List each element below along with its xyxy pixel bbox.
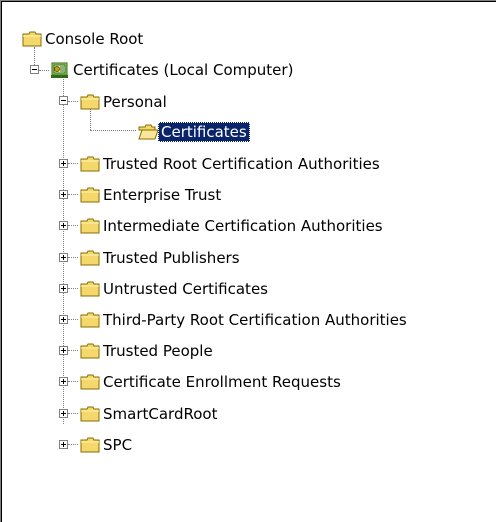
tree-node-label: Certificate Enrollment Requests	[103, 372, 341, 391]
folder-icon	[80, 94, 100, 109]
folder-icon	[80, 406, 100, 421]
folder-icon	[22, 31, 42, 46]
tree-hline-store	[68, 225, 78, 226]
console-tree-pane[interactable]: Console Root Certificates (Local Compute…	[0, 0, 496, 522]
certificates-snapin-icon	[51, 62, 68, 78]
tree-node-label: SPC	[103, 435, 133, 454]
collapse-toggle-personal[interactable]	[59, 96, 68, 105]
tree-node-untrusted-certificates[interactable]: Untrusted Certificates	[80, 276, 271, 301]
folder-icon	[80, 374, 100, 389]
tree-node-enterprise-trust[interactable]: Enterprise Trust	[80, 182, 224, 207]
expand-toggle-spc[interactable]	[59, 440, 68, 449]
tree-node-intermediate-certification-authorities[interactable]: Intermediate Certification Authorities	[80, 213, 386, 238]
tree-hline-store	[68, 288, 78, 289]
expand-toggle-third-party-root-certification-authorities[interactable]	[59, 315, 68, 324]
folder-icon	[80, 218, 100, 233]
tree-hline-store	[68, 194, 78, 195]
folder-icon	[80, 343, 100, 358]
tree-hline-store	[68, 163, 78, 164]
tree-hline-store	[68, 413, 78, 414]
collapse-toggle-snapin[interactable]	[30, 65, 39, 74]
tree-node-trusted-publishers[interactable]: Trusted Publishers	[80, 245, 243, 270]
tree-line-snapin	[63, 76, 64, 424]
tree-node-label: Console Root	[45, 29, 144, 48]
tree-node-label: SmartCardRoot	[103, 404, 218, 423]
tree-node-label: Certificates (Local Computer)	[73, 60, 294, 79]
folder-icon	[80, 312, 100, 327]
tree-node-label: Trusted Publishers	[103, 248, 240, 267]
tree-hline-store	[68, 350, 78, 351]
tree-node-trusted-root-certification-authorities[interactable]: Trusted Root Certification Authorities	[80, 151, 383, 176]
tree-node-certificate-enrollment-requests[interactable]: Certificate Enrollment Requests	[80, 369, 344, 394]
expand-toggle-smartcardroot[interactable]	[59, 409, 68, 418]
tree-hline-personal	[68, 101, 78, 102]
tree-node-trusted-people[interactable]: Trusted People	[80, 338, 216, 363]
expand-toggle-trusted-publishers[interactable]	[59, 253, 68, 262]
tree-node-smartcardroot[interactable]: SmartCardRoot	[80, 401, 220, 426]
expand-toggle-trusted-people[interactable]	[59, 346, 68, 355]
pane-top-border-inner	[0, 1, 496, 2]
folder-icon	[80, 187, 100, 202]
expand-toggle-enterprise-trust[interactable]	[59, 190, 68, 199]
expand-toggle-certificate-enrollment-requests[interactable]	[59, 377, 68, 386]
expand-toggle-untrusted-certificates[interactable]	[59, 284, 68, 293]
expand-toggle-trusted-root-certification-authorities[interactable]	[59, 159, 68, 168]
tree-hline-personal-certs	[90, 130, 136, 131]
tree-node-certificates-local-computer[interactable]: Certificates (Local Computer)	[50, 57, 296, 82]
tree-node-label: Enterprise Trust	[103, 185, 222, 204]
folder-icon	[80, 281, 100, 296]
tree-node-label: Trusted People	[103, 341, 213, 360]
tree-node-label: Untrusted Certificates	[103, 279, 268, 298]
tree-node-personal[interactable]: Personal	[80, 89, 170, 114]
folder-icon	[80, 250, 100, 265]
tree-hline-store	[68, 257, 78, 258]
tree-hline-snapin	[39, 70, 49, 71]
tree-hline-store	[68, 444, 78, 445]
tree-node-third-party-root-certification-authorities[interactable]: Third-Party Root Certification Authoriti…	[80, 307, 410, 332]
expand-toggle-intermediate-certification-authorities[interactable]	[59, 221, 68, 230]
tree-node-spc[interactable]: SPC	[80, 432, 135, 457]
tree-hline-store	[68, 319, 78, 320]
tree-node-label: Certificates	[158, 121, 250, 142]
tree-node-label: Trusted Root Certification Authorities	[103, 154, 380, 173]
folder-icon	[80, 156, 100, 171]
pane-left-border-inner	[1, 1, 2, 522]
tree-node-console-root[interactable]: Console Root	[22, 26, 146, 51]
tree-node-label: Intermediate Certification Authorities	[103, 216, 383, 235]
tree-node-label: Personal	[103, 92, 167, 111]
tree-node-label: Third-Party Root Certification Authoriti…	[103, 310, 407, 329]
folder-icon	[80, 437, 100, 452]
tree-node-personal-certificates[interactable]: Certificates	[138, 119, 250, 144]
folder-open-icon	[138, 124, 158, 139]
tree-hline-store	[68, 381, 78, 382]
